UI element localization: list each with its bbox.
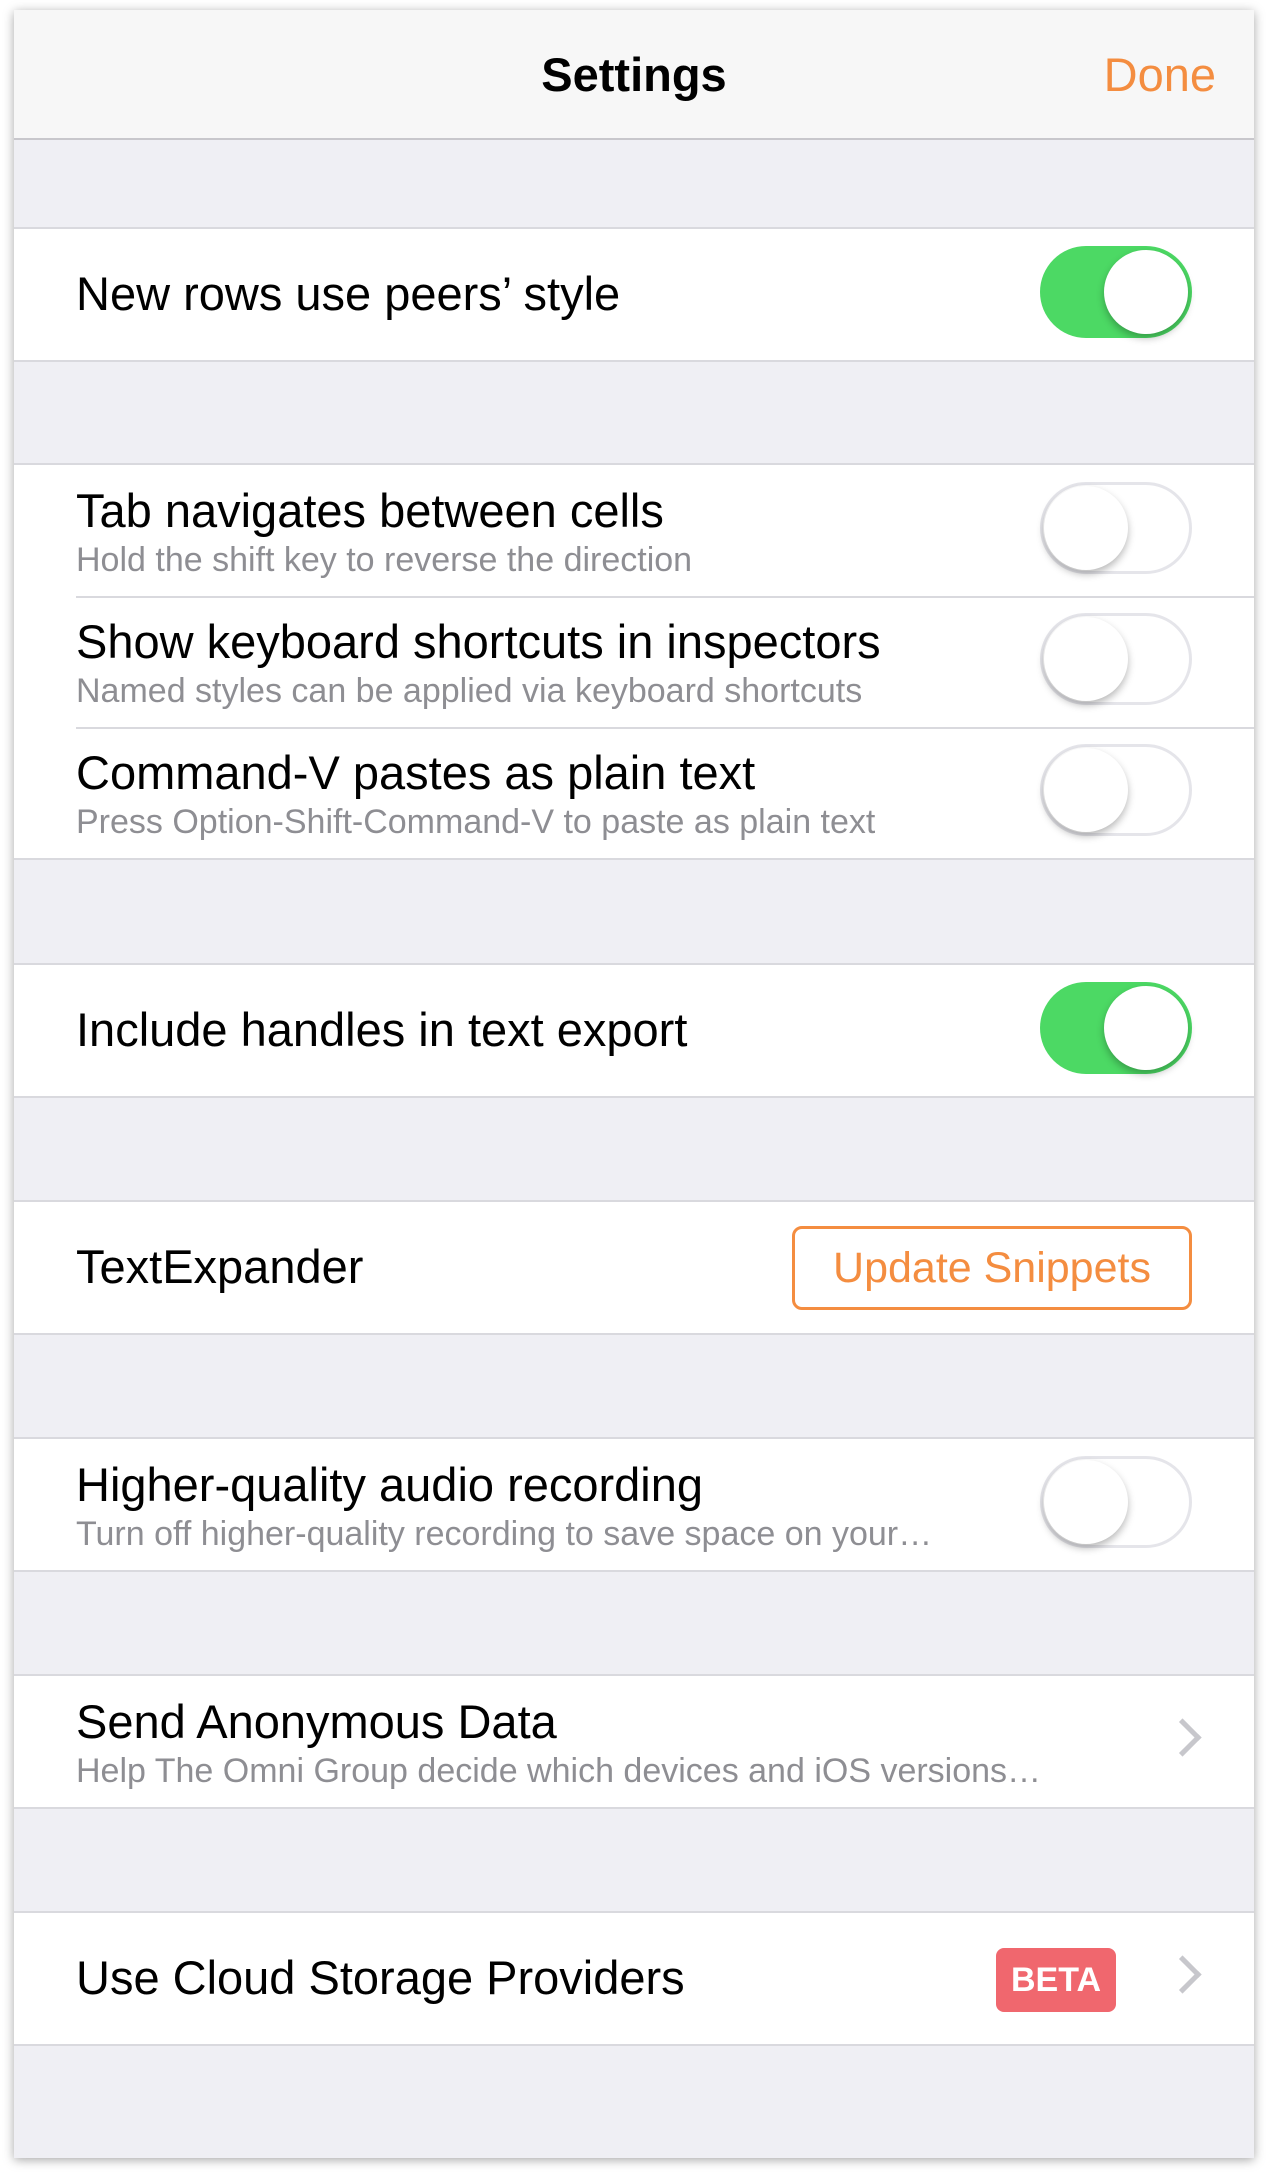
anonymous-data-subtitle: Help The Omni Group decide which devices… bbox=[76, 1752, 1042, 1790]
tab-navigates-subtitle: Hold the shift key to reverse the direct… bbox=[76, 541, 693, 579]
toggle-knob bbox=[1044, 486, 1128, 570]
done-button[interactable]: Done bbox=[1104, 10, 1216, 140]
settings-group-cloud: Use Cloud Storage Providers BETA bbox=[14, 1911, 1254, 2046]
settings-group-export: Include handles in text export bbox=[14, 963, 1254, 1098]
settings-group-textexpander: TextExpander Update Snippets bbox=[14, 1200, 1254, 1335]
paste-plain-text-subtitle: Press Option-Shift-Command-V to paste as… bbox=[76, 803, 876, 841]
tab-navigates-label: Tab navigates between cells bbox=[76, 484, 664, 537]
settings-group-audio: Higher-quality audio recording Turn off … bbox=[14, 1437, 1254, 1572]
keyboard-shortcuts-toggle[interactable] bbox=[1040, 613, 1192, 705]
settings-group-rows: New rows use peers’ style bbox=[14, 227, 1254, 362]
cloud-storage-row[interactable]: Use Cloud Storage Providers BETA bbox=[14, 1913, 1254, 2044]
cloud-storage-label: Use Cloud Storage Providers bbox=[76, 1951, 685, 2004]
textexpander-label: TextExpander bbox=[76, 1240, 364, 1293]
anonymous-data-label: Send Anonymous Data bbox=[76, 1695, 557, 1748]
toggle-knob bbox=[1044, 617, 1128, 701]
settings-group-analytics: Send Anonymous Data Help The Omni Group … bbox=[14, 1674, 1254, 1809]
anonymous-data-row[interactable]: Send Anonymous Data Help The Omni Group … bbox=[14, 1676, 1254, 1807]
beta-badge: BETA bbox=[996, 1948, 1116, 2012]
chevron-right-icon bbox=[1163, 1955, 1202, 1994]
toggle-knob bbox=[1044, 1460, 1128, 1544]
new-rows-style-label: New rows use peers’ style bbox=[76, 267, 621, 320]
include-handles-row: Include handles in text export bbox=[14, 965, 1254, 1096]
navigation-bar: Settings Done bbox=[14, 10, 1254, 140]
keyboard-shortcuts-row: Show keyboard shortcuts in inspectors Na… bbox=[14, 596, 1254, 727]
audio-recording-label: Higher-quality audio recording bbox=[76, 1458, 704, 1511]
keyboard-shortcuts-subtitle: Named styles can be applied via keyboard… bbox=[76, 672, 863, 710]
audio-recording-row: Higher-quality audio recording Turn off … bbox=[14, 1439, 1254, 1570]
audio-recording-subtitle: Turn off higher-quality recording to sav… bbox=[76, 1515, 933, 1553]
toggle-knob bbox=[1044, 748, 1128, 832]
textexpander-row: TextExpander Update Snippets bbox=[14, 1202, 1254, 1333]
settings-group-keyboard: Tab navigates between cells Hold the shi… bbox=[14, 463, 1254, 860]
keyboard-shortcuts-label: Show keyboard shortcuts in inspectors bbox=[76, 615, 881, 668]
tab-navigates-row: Tab navigates between cells Hold the shi… bbox=[14, 465, 1254, 596]
toggle-knob bbox=[1104, 986, 1188, 1070]
paste-plain-text-label: Command-V pastes as plain text bbox=[76, 746, 756, 799]
new-rows-style-toggle[interactable] bbox=[1040, 246, 1192, 338]
tab-navigates-toggle[interactable] bbox=[1040, 482, 1192, 574]
paste-plain-text-row: Command-V pastes as plain text Press Opt… bbox=[14, 727, 1254, 858]
page-title: Settings bbox=[541, 48, 727, 101]
update-snippets-button[interactable]: Update Snippets bbox=[792, 1226, 1192, 1310]
new-rows-style-row: New rows use peers’ style bbox=[14, 229, 1254, 360]
paste-plain-text-toggle[interactable] bbox=[1040, 744, 1192, 836]
toggle-knob bbox=[1104, 250, 1188, 334]
include-handles-label: Include handles in text export bbox=[76, 1003, 688, 1056]
settings-screen: Settings Done New rows use peers’ style … bbox=[14, 10, 1254, 2158]
audio-recording-toggle[interactable] bbox=[1040, 1456, 1192, 1548]
chevron-right-icon bbox=[1163, 1718, 1202, 1757]
include-handles-toggle[interactable] bbox=[1040, 982, 1192, 1074]
